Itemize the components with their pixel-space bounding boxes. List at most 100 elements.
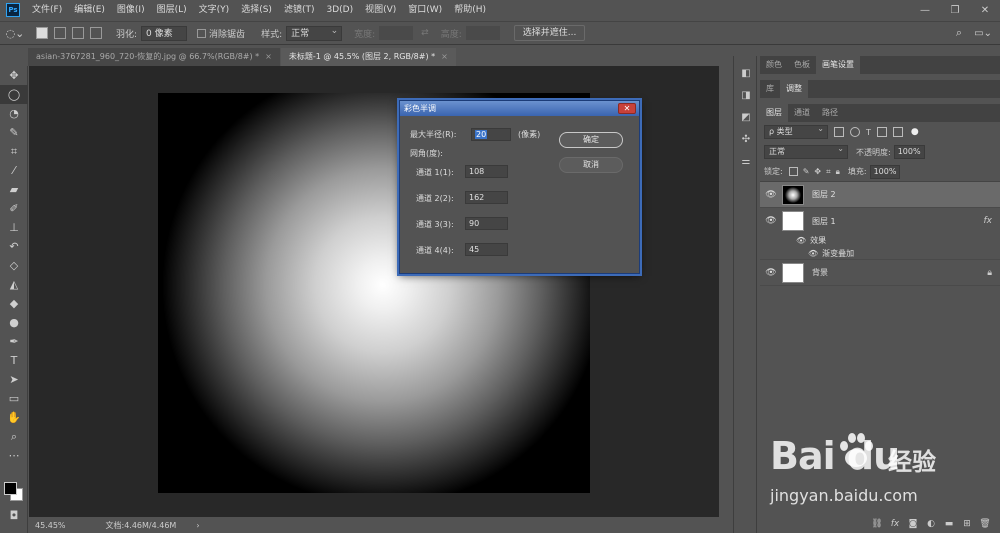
width-input[interactable] [379,26,414,40]
filter-smart-icon[interactable] [892,127,903,137]
menu-view[interactable]: 视图(V) [359,0,402,20]
properties-panel-icon[interactable]: ◨ [734,84,758,106]
eye-icon[interactable]: 👁︎ [808,249,818,258]
eye-icon[interactable]: 👁︎ [760,216,782,226]
search-icon[interactable]: ⌕ [956,26,962,40]
lock-all-icon[interactable]: 🔒︎ [836,167,840,177]
healing-brush-icon[interactable]: ▰ [0,180,28,199]
elliptical-marquee-icon[interactable]: ◯ [0,85,28,104]
filter-shape-icon[interactable] [876,127,887,137]
filter-type-icon[interactable]: T [866,128,871,137]
new-adjustment-icon[interactable]: ◐ [922,519,940,529]
foreground-color-swatch[interactable] [4,482,17,495]
filter-toggle-icon[interactable]: ● [911,127,919,137]
menu-select[interactable]: 选择(S) [235,0,278,20]
menu-window[interactable]: 窗口(W) [402,0,448,20]
quick-select-icon[interactable]: ✎ [0,123,28,142]
layer-row-layer1[interactable]: 👁︎ 图层 1 fx [760,208,1000,234]
filter-adjust-icon[interactable] [850,127,860,137]
menu-file[interactable]: 文件(F) [26,0,68,20]
tab-adjustments[interactable]: 调整 [780,80,808,98]
eyedropper-icon[interactable]: ⁄ [0,161,28,180]
close-tab-icon[interactable]: × [441,52,448,61]
link-layers-icon[interactable]: ⛓ [868,519,886,529]
blur-icon[interactable]: ◆ [0,294,28,313]
antialias-checkbox[interactable] [197,28,207,38]
fx-icon[interactable]: fx [984,216,993,226]
eye-icon[interactable]: 👁︎ [796,236,806,245]
filter-pixel-icon[interactable] [834,127,844,137]
new-layer-icon[interactable]: ⊞ [958,519,976,529]
menu-type[interactable]: 文字(Y) [193,0,236,20]
move-tool-icon[interactable]: ✥ [0,66,28,85]
info-panel-icon[interactable]: ◩ [734,106,758,128]
photoshop-logo-icon[interactable]: Ps [6,3,20,17]
lock-paint-icon[interactable]: ✎ [803,167,810,176]
ok-button[interactable]: 确定 [559,132,623,148]
swap-icon[interactable]: ⇄ [421,28,429,38]
layer-row-background[interactable]: 👁︎ 背景 🔒︎ [760,260,1000,286]
type-tool-icon[interactable]: T [0,351,28,370]
tab-paths[interactable]: 路径 [816,104,844,122]
new-group-icon[interactable]: ▬ [940,519,958,529]
lock-artboard-icon[interactable]: ⌗ [826,167,831,177]
zoom-icon[interactable]: ⌕ [0,427,28,446]
marquee-preset-icon[interactable]: ◌⌄ [0,24,30,43]
status-arrow-icon[interactable]: › [196,521,199,530]
adjust-panel-icon[interactable]: ⚌ [734,150,758,172]
add-selection-icon[interactable] [54,27,66,39]
dodge-icon[interactable]: ● [0,313,28,332]
eye-icon[interactable]: 👁︎ [760,268,782,278]
max-radius-input[interactable]: 20 [471,128,511,141]
minimize-button[interactable]: — [910,0,940,20]
path-select-icon[interactable]: ➤ [0,370,28,389]
menu-help[interactable]: 帮助(H) [448,0,492,20]
tab-color[interactable]: 颜色 [760,56,788,74]
height-input[interactable] [465,26,500,40]
new-selection-icon[interactable] [36,27,48,39]
tab-untitled-1[interactable]: 未标题-1 @ 45.5% (图层 2, RGB/8#) * × [280,48,456,66]
style-select[interactable]: 正常 [286,24,343,41]
zoom-level[interactable]: 45.45% [35,521,66,530]
opacity-input[interactable]: 100% [893,145,925,159]
layer-kind-select[interactable]: ρ 类型 [764,123,828,139]
tab-asian-jpg[interactable]: asian-3767281_960_720-恢复的.jpg @ 66.7%(RG… [28,48,280,66]
brushes-panel-icon[interactable]: ✣ [734,128,758,150]
channel-4-input[interactable]: 45 [465,243,508,256]
channel-2-input[interactable]: 162 [465,191,508,204]
history-panel-icon[interactable]: ◧ [734,62,758,84]
dialog-close-button[interactable]: ✕ [618,103,636,114]
feather-input[interactable]: 0 像素 [141,25,188,41]
menu-filter[interactable]: 滤镜(T) [278,0,321,20]
eraser-icon[interactable]: ◇ [0,256,28,275]
gradient-overlay-row[interactable]: 👁︎ 渐变叠加 [760,247,1000,260]
effects-row[interactable]: 👁︎ 效果 [760,234,1000,247]
add-style-icon[interactable]: fx [886,519,904,529]
fill-input[interactable]: 100% [869,164,901,179]
delete-layer-icon[interactable]: 🗑︎ [976,519,994,529]
menu-edit[interactable]: 编辑(E) [68,0,111,20]
channel-1-input[interactable]: 108 [465,165,508,178]
menu-image[interactable]: 图像(I) [111,0,151,20]
subtract-selection-icon[interactable] [72,27,84,39]
clone-stamp-icon[interactable]: ⊥ [0,218,28,237]
menu-3d[interactable]: 3D(D) [320,0,359,20]
lasso-icon[interactable]: ◔ [0,104,28,123]
tab-channels[interactable]: 通道 [788,104,816,122]
more-tools-icon[interactable]: ⋯ [0,446,28,465]
pen-icon[interactable]: ✒ [0,332,28,351]
tab-libraries[interactable]: 库 [760,80,780,98]
menu-layer[interactable]: 图层(L) [151,0,193,20]
close-tab-icon[interactable]: × [265,52,272,61]
workspace-icon[interactable]: ▭⌄ [974,28,992,39]
cancel-button[interactable]: 取消 [559,157,623,173]
close-window-button[interactable]: ✕ [970,0,1000,20]
brush-icon[interactable]: ✐ [0,199,28,218]
rectangle-icon[interactable]: ▭ [0,389,28,408]
blend-mode-select[interactable]: 正常 [764,143,848,159]
lock-move-icon[interactable]: ✥ [814,167,821,176]
paint-bucket-icon[interactable]: ◭ [0,275,28,294]
crop-icon[interactable]: ⌗ [0,142,28,161]
history-brush-icon[interactable]: ↶ [0,237,28,256]
tab-layers[interactable]: 图层 [760,104,788,122]
